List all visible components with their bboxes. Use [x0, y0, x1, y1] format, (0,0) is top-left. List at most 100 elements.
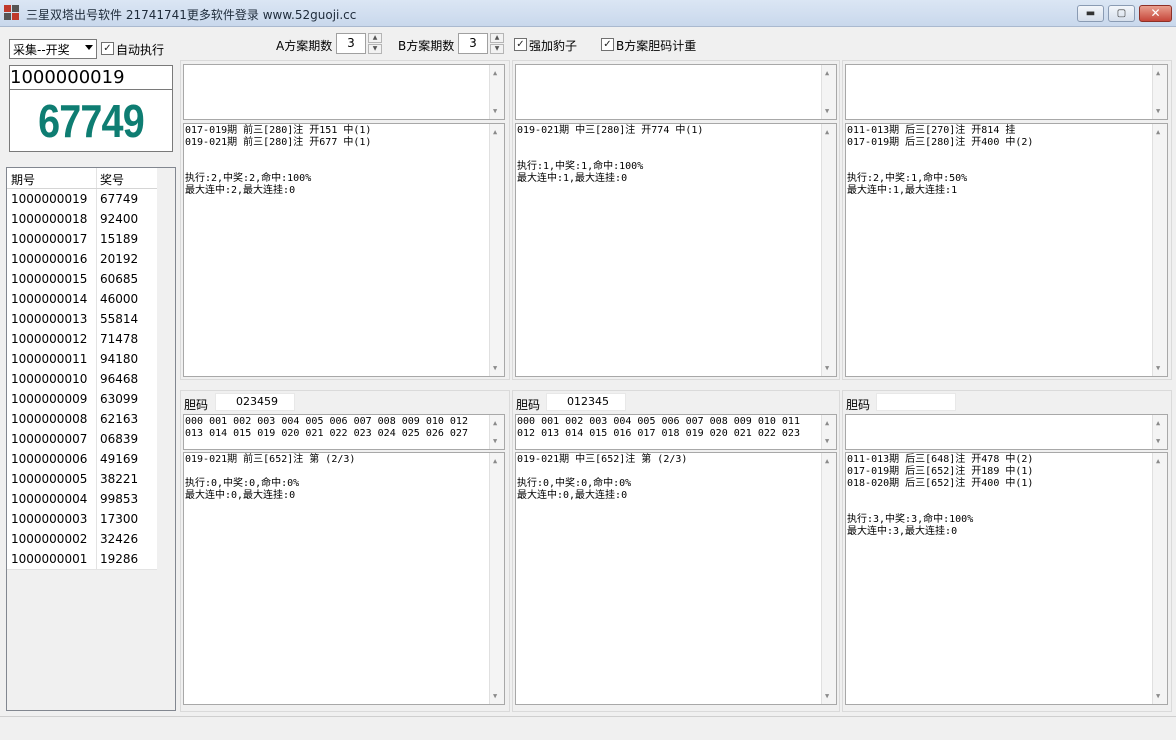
vertical-scrollbar[interactable]: ▲ ▼ — [489, 453, 504, 704]
auto-exec-label: 自动执行 — [116, 43, 165, 57]
dan-input-3[interactable] — [876, 393, 956, 411]
collect-select-value: 采集--开奖 — [13, 43, 70, 57]
scroll-up-icon[interactable]: ▲ — [825, 417, 829, 429]
cell-issue: 1000000006 — [11, 452, 88, 466]
maximize-button[interactable]: ▢ — [1108, 5, 1135, 22]
table-row[interactable]: 1000000009 63099 — [7, 389, 157, 410]
table-row[interactable]: 1000000014 46000 — [7, 289, 157, 310]
scroll-down-icon[interactable]: ▼ — [825, 690, 829, 702]
top-3-results[interactable]: 011-013期 后三[270]注 开814 挂 017-019期 后三[280… — [845, 123, 1168, 377]
strong-leopard-checkbox[interactable]: ✓ — [514, 38, 527, 51]
top-3-input[interactable]: ▲ ▼ — [845, 64, 1168, 120]
a-periods-up-icon[interactable]: ▲ — [368, 33, 382, 43]
bottom-3-combos[interactable]: ▲ ▼ — [845, 414, 1168, 450]
vertical-scrollbar[interactable]: ▲ ▼ — [821, 415, 836, 449]
vertical-scrollbar[interactable]: ▲ ▼ — [1152, 124, 1167, 376]
bottom-1-results[interactable]: 019-021期 前三[652]注 第 (2/3) 执行:0,中奖:0,命中:0… — [183, 452, 505, 705]
vertical-scrollbar[interactable]: ▲ ▼ — [1152, 453, 1167, 704]
table-row[interactable]: 1000000010 96468 — [7, 369, 157, 390]
scroll-down-icon[interactable]: ▼ — [1156, 105, 1160, 117]
scroll-up-icon[interactable]: ▲ — [1156, 455, 1160, 467]
dan-input-2[interactable]: 012345 — [546, 393, 626, 411]
dan-input-1[interactable]: 023459 — [215, 393, 295, 411]
scroll-up-icon[interactable]: ▲ — [1156, 126, 1160, 138]
vertical-scrollbar[interactable]: ▲ ▼ — [1152, 415, 1167, 449]
scroll-down-icon[interactable]: ▼ — [493, 690, 497, 702]
vertical-scrollbar[interactable]: ▲ ▼ — [489, 124, 504, 376]
scroll-up-icon[interactable]: ▲ — [825, 126, 829, 138]
cell-number: 20192 — [100, 252, 139, 266]
scroll-down-icon[interactable]: ▼ — [825, 435, 829, 447]
auto-exec-checkbox[interactable]: ✓ — [101, 42, 114, 55]
b-periods-up-icon[interactable]: ▲ — [490, 33, 504, 43]
bottom-2-combos[interactable]: 000 001 002 003 004 005 006 007 008 009 … — [515, 414, 837, 450]
scroll-up-icon[interactable]: ▲ — [493, 67, 497, 79]
scroll-down-icon[interactable]: ▼ — [825, 362, 829, 374]
top-2-input[interactable]: ▲ ▼ — [515, 64, 837, 120]
scroll-down-icon[interactable]: ▼ — [1156, 435, 1160, 447]
bottom-3-results[interactable]: 011-013期 后三[648]注 开478 中(2) 017-019期 后三[… — [845, 452, 1168, 705]
column-separator — [96, 469, 97, 489]
b-periods-label: B方案期数 — [398, 39, 455, 53]
scroll-down-icon[interactable]: ▼ — [493, 435, 497, 447]
close-button[interactable]: ✕ — [1139, 5, 1172, 22]
cell-issue: 1000000017 — [11, 232, 88, 246]
scroll-down-icon[interactable]: ▼ — [493, 105, 497, 117]
minimize-button[interactable]: ▬ — [1077, 5, 1104, 22]
column-header-number: 奖号 — [100, 173, 125, 187]
scroll-up-icon[interactable]: ▲ — [493, 455, 497, 467]
table-row[interactable]: 1000000004 99853 — [7, 489, 157, 510]
table-row[interactable]: 1000000008 62163 — [7, 409, 157, 430]
vertical-scrollbar[interactable]: ▲ ▼ — [821, 453, 836, 704]
a-periods-down-icon[interactable]: ▼ — [368, 44, 382, 54]
vertical-scrollbar[interactable]: ▲ ▼ — [489, 415, 504, 449]
a-periods-input[interactable]: 3 — [336, 33, 366, 54]
bottom-2-results[interactable]: 019-021期 中三[652]注 第 (2/3) 执行:0,中奖:0,命中:0… — [515, 452, 837, 705]
top-1-input[interactable]: ▲ ▼ — [183, 64, 505, 120]
top-1-results[interactable]: 017-019期 前三[280]注 开151 中(1) 019-021期 前三[… — [183, 123, 505, 377]
scroll-up-icon[interactable]: ▲ — [825, 455, 829, 467]
history-grid[interactable]: 期号 奖号 1000000019 67749 1000000018 92400 1000… — [6, 167, 176, 711]
b-periods-down-icon[interactable]: ▼ — [490, 44, 504, 54]
table-row[interactable]: 1000000012 71478 — [7, 329, 157, 350]
collect-select[interactable]: 采集--开奖 — [9, 39, 97, 59]
cell-number: 67749 — [100, 192, 139, 206]
cell-issue: 1000000008 — [11, 412, 88, 426]
cell-number: 60685 — [100, 272, 139, 286]
cell-number: 62163 — [100, 412, 139, 426]
table-row[interactable]: 1000000005 38221 — [7, 469, 157, 490]
scroll-up-icon[interactable]: ▲ — [825, 67, 829, 79]
table-row[interactable]: 1000000007 06839 — [7, 429, 157, 450]
bottom-1-combos[interactable]: 000 001 002 003 004 005 006 007 008 009 … — [183, 414, 505, 450]
vertical-scrollbar[interactable]: ▲ ▼ — [821, 65, 836, 119]
divider — [10, 89, 172, 90]
b-weight-checkbox[interactable]: ✓ — [601, 38, 614, 51]
scroll-up-icon[interactable]: ▲ — [1156, 67, 1160, 79]
cell-number: 96468 — [100, 372, 139, 386]
table-row[interactable]: 1000000016 20192 — [7, 249, 157, 270]
scroll-up-icon[interactable]: ▲ — [1156, 417, 1160, 429]
table-row[interactable]: 1000000019 67749 — [7, 189, 157, 210]
scroll-down-icon[interactable]: ▼ — [825, 105, 829, 117]
table-row[interactable]: 1000000011 94180 — [7, 349, 157, 370]
scroll-up-icon[interactable]: ▲ — [493, 417, 497, 429]
column-separator — [96, 168, 97, 188]
table-row[interactable]: 1000000018 92400 — [7, 209, 157, 230]
vertical-scrollbar[interactable]: ▲ ▼ — [1152, 65, 1167, 119]
top-2-results[interactable]: 019-021期 中三[280]注 开774 中(1) 执行:1,中奖:1,命中… — [515, 123, 837, 377]
table-row[interactable]: 1000000002 32426 — [7, 529, 157, 550]
table-row[interactable]: 1000000015 60685 — [7, 269, 157, 290]
cell-issue: 1000000003 — [11, 512, 88, 526]
table-row[interactable]: 1000000017 15189 — [7, 229, 157, 250]
vertical-scrollbar[interactable]: ▲ ▼ — [821, 124, 836, 376]
table-row[interactable]: 1000000013 55814 — [7, 309, 157, 330]
vertical-scrollbar[interactable]: ▲ ▼ — [489, 65, 504, 119]
scroll-down-icon[interactable]: ▼ — [1156, 690, 1160, 702]
table-row[interactable]: 1000000003 17300 — [7, 509, 157, 530]
scroll-down-icon[interactable]: ▼ — [493, 362, 497, 374]
scroll-up-icon[interactable]: ▲ — [493, 126, 497, 138]
scroll-down-icon[interactable]: ▼ — [1156, 362, 1160, 374]
table-row[interactable]: 1000000006 49169 — [7, 449, 157, 470]
b-periods-input[interactable]: 3 — [458, 33, 488, 54]
table-row[interactable]: 1000000001 19286 — [7, 549, 157, 570]
